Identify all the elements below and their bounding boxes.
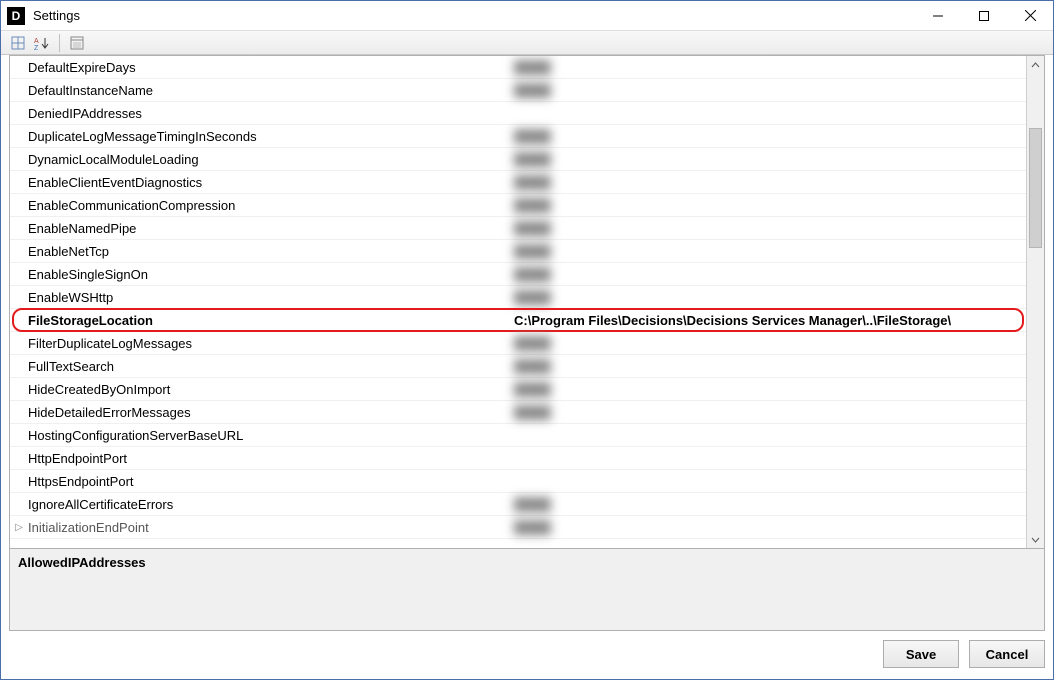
property-pages-button[interactable] [66,33,88,53]
property-label: DuplicateLogMessageTimingInSeconds [28,129,508,144]
property-label: InitializationEndPoint [28,520,508,535]
property-label: IgnoreAllCertificateErrors [28,497,508,512]
property-label: EnableWSHttp [28,290,508,305]
property-row[interactable]: HideDetailedErrorMessages████ [10,401,1026,424]
property-row[interactable]: FileStorageLocationC:\Program Files\Deci… [10,309,1026,332]
property-label: DeniedIPAddresses [28,106,508,121]
scroll-thumb[interactable] [1029,128,1042,248]
property-value[interactable]: ████ [508,382,1026,397]
property-label: HideDetailedErrorMessages [28,405,508,420]
window-controls [915,1,1053,30]
svg-text:Z: Z [34,45,39,50]
vertical-scrollbar[interactable] [1026,56,1044,548]
property-label: DefaultExpireDays [28,60,508,75]
settings-window: D Settings A Z [0,0,1054,680]
property-row[interactable]: ▷InitializationEndPoint████ [10,516,1026,539]
svg-text:A: A [34,38,39,45]
property-value[interactable]: ████ [508,359,1026,374]
chevron-up-icon [1031,61,1040,70]
property-label: EnableClientEventDiagnostics [28,175,508,190]
chevron-down-icon [1031,535,1040,544]
property-row[interactable]: DefaultExpireDays████ [10,56,1026,79]
button-bar: Save Cancel [9,631,1045,671]
property-row[interactable]: EnableClientEventDiagnostics████ [10,171,1026,194]
property-value[interactable]: ████ [508,198,1026,213]
property-label: DynamicLocalModuleLoading [28,152,508,167]
property-row[interactable]: FilterDuplicateLogMessages████ [10,332,1026,355]
property-value[interactable]: ████ [508,244,1026,259]
minimize-button[interactable] [915,1,961,30]
property-label: HttpEndpointPort [28,451,508,466]
property-row[interactable]: FullTextSearch████ [10,355,1026,378]
property-label: EnableNetTcp [28,244,508,259]
property-value[interactable]: ████ [508,405,1026,420]
property-label: FileStorageLocation [28,313,508,328]
toolbar-separator [59,34,60,52]
property-row[interactable]: DuplicateLogMessageTimingInSeconds████ [10,125,1026,148]
property-row[interactable]: EnableNetTcp████ [10,240,1026,263]
property-grid: DefaultExpireDays████DefaultInstanceName… [9,55,1045,549]
content-area: DefaultExpireDays████DefaultInstanceName… [1,55,1053,679]
property-list[interactable]: DefaultExpireDays████DefaultInstanceName… [10,56,1026,548]
property-row[interactable]: DefaultInstanceName████ [10,79,1026,102]
property-label: HostingConfigurationServerBaseURL [28,428,508,443]
property-row[interactable]: EnableNamedPipe████ [10,217,1026,240]
app-icon: D [7,7,25,25]
toolbar: A Z [1,31,1053,55]
property-row[interactable]: HideCreatedByOnImport████ [10,378,1026,401]
property-value[interactable]: ████ [508,83,1026,98]
property-row[interactable]: EnableSingleSignOn████ [10,263,1026,286]
scroll-down-arrow[interactable] [1027,530,1044,548]
property-label: FilterDuplicateLogMessages [28,336,508,351]
property-label: HideCreatedByOnImport [28,382,508,397]
scroll-up-arrow[interactable] [1027,56,1044,74]
categorize-icon [11,36,25,50]
description-title: AllowedIPAddresses [18,555,1036,570]
property-value[interactable]: ████ [508,520,1026,535]
property-row[interactable]: EnableCommunicationCompression████ [10,194,1026,217]
property-row[interactable]: HttpEndpointPort [10,447,1026,470]
property-row[interactable]: HttpsEndpointPort [10,470,1026,493]
property-value[interactable]: ████ [508,221,1026,236]
property-row[interactable]: EnableWSHttp████ [10,286,1026,309]
property-row[interactable]: DeniedIPAddresses [10,102,1026,125]
property-value[interactable]: ████ [508,336,1026,351]
sort-az-button[interactable]: A Z [31,33,53,53]
property-value[interactable]: ████ [508,497,1026,512]
expand-icon[interactable]: ▷ [10,522,28,533]
property-value[interactable]: ████ [508,290,1026,305]
property-pages-icon [70,36,84,50]
property-value[interactable]: ████ [508,267,1026,282]
close-button[interactable] [1007,1,1053,30]
property-row[interactable]: IgnoreAllCertificateErrors████ [10,493,1026,516]
property-label: DefaultInstanceName [28,83,508,98]
description-panel: AllowedIPAddresses [9,549,1045,631]
sort-az-icon: A Z [34,36,50,50]
property-value[interactable]: C:\Program Files\Decisions\Decisions Ser… [508,313,1026,328]
property-value[interactable]: ████ [508,175,1026,190]
property-label: FullTextSearch [28,359,508,374]
cancel-button[interactable]: Cancel [969,640,1045,668]
property-value[interactable]: ████ [508,60,1026,75]
maximize-button[interactable] [961,1,1007,30]
property-label: EnableNamedPipe [28,221,508,236]
window-title: Settings [33,8,915,23]
save-button[interactable]: Save [883,640,959,668]
property-value[interactable]: ████ [508,129,1026,144]
categorize-button[interactable] [7,33,29,53]
titlebar: D Settings [1,1,1053,31]
property-label: EnableSingleSignOn [28,267,508,282]
property-label: HttpsEndpointPort [28,474,508,489]
property-row[interactable]: HostingConfigurationServerBaseURL [10,424,1026,447]
property-row[interactable]: DynamicLocalModuleLoading████ [10,148,1026,171]
property-value[interactable]: ████ [508,152,1026,167]
property-label: EnableCommunicationCompression [28,198,508,213]
